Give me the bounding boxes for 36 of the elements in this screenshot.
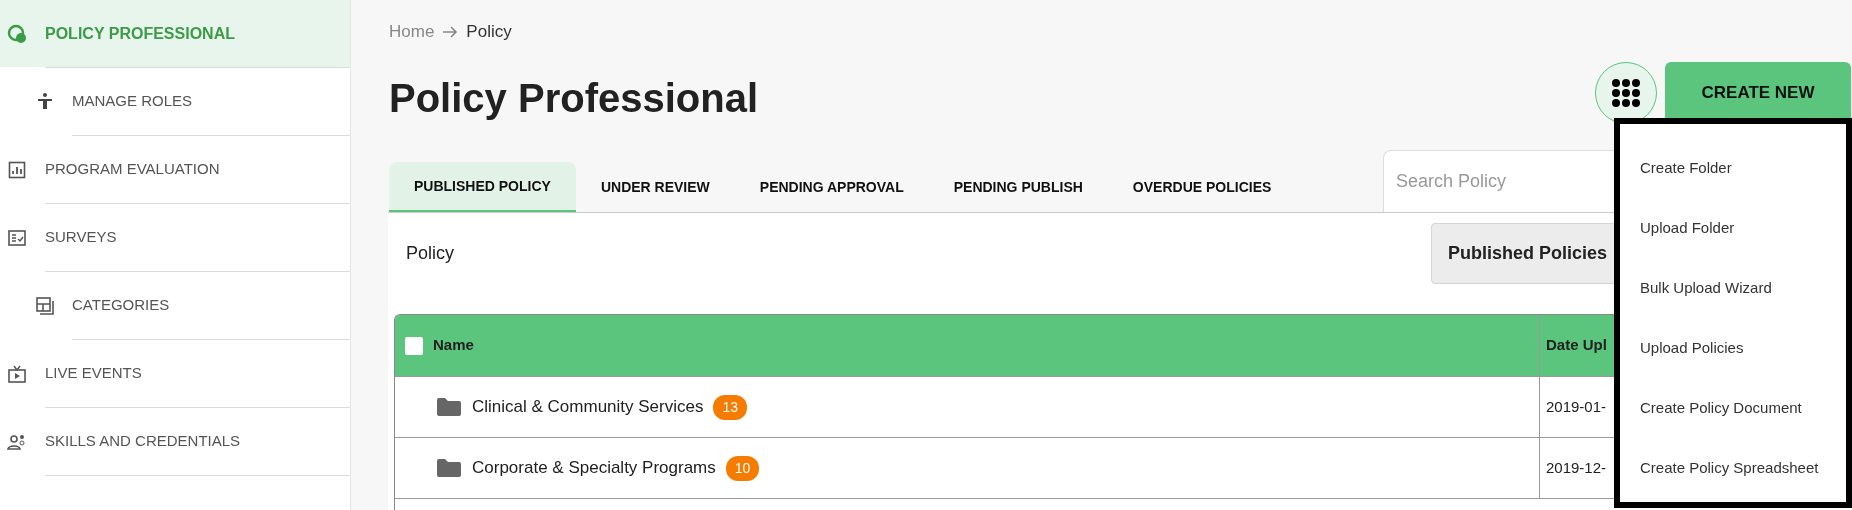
sidebar-item[interactable]: SURVEYS: [0, 204, 350, 271]
chart-icon: [7, 159, 27, 180]
sidebar-item[interactable]: LIVE EVENTS: [0, 340, 350, 407]
date-cell-text: 2019-12-: [1546, 457, 1607, 478]
folder-name[interactable]: Clinical & Community Services: [472, 394, 704, 420]
breadcrumb-current: Policy: [466, 21, 512, 44]
count-badge: 13: [713, 394, 748, 420]
grid-icon: [1611, 78, 1641, 108]
tab[interactable]: PENDING PUBLISH: [928, 162, 1108, 212]
sidebar-item[interactable]: PROGRAM EVALUATION: [0, 136, 350, 203]
sidebar-item[interactable]: CATEGORIES: [0, 272, 350, 339]
count-badge: 10: [725, 455, 760, 481]
folder-icon: [437, 397, 461, 417]
menu-item[interactable]: Create Policy Document: [1620, 378, 1846, 438]
tab[interactable]: PENDING APPROVAL: [734, 162, 929, 212]
folder-icon: [437, 458, 461, 478]
select-all-checkbox[interactable]: [405, 336, 423, 355]
column-header: Name: [433, 335, 474, 356]
sidebar-item[interactable]: MANAGE ROLES: [0, 68, 350, 135]
layout-icon: [35, 295, 55, 316]
tv-play-icon: [7, 363, 27, 384]
page-title: Policy Professional: [389, 75, 759, 122]
sidebar-item[interactable]: SKILLS AND CREDENTIALS: [0, 408, 350, 475]
tab[interactable]: UNDER REVIEW: [575, 162, 735, 212]
accessibility-icon: [35, 91, 55, 112]
menu-item[interactable]: Upload Policies: [1620, 318, 1846, 378]
section-label: Policy: [406, 242, 454, 265]
arrow-right-icon: [442, 25, 459, 39]
checklist-icon: [7, 227, 27, 248]
folder-name[interactable]: Corporate & Specialty Programs: [472, 455, 716, 481]
menu-item[interactable]: Create Policy Spreadsheet: [1620, 438, 1846, 498]
column-header: Date Upl: [1546, 335, 1607, 356]
tab[interactable]: PUBLISHED POLICY: [389, 162, 576, 212]
tab[interactable]: OVERDUE POLICIES: [1107, 162, 1297, 212]
date-cell-text: 2019-01-: [1546, 396, 1607, 417]
policy-badge-icon: [7, 23, 27, 44]
